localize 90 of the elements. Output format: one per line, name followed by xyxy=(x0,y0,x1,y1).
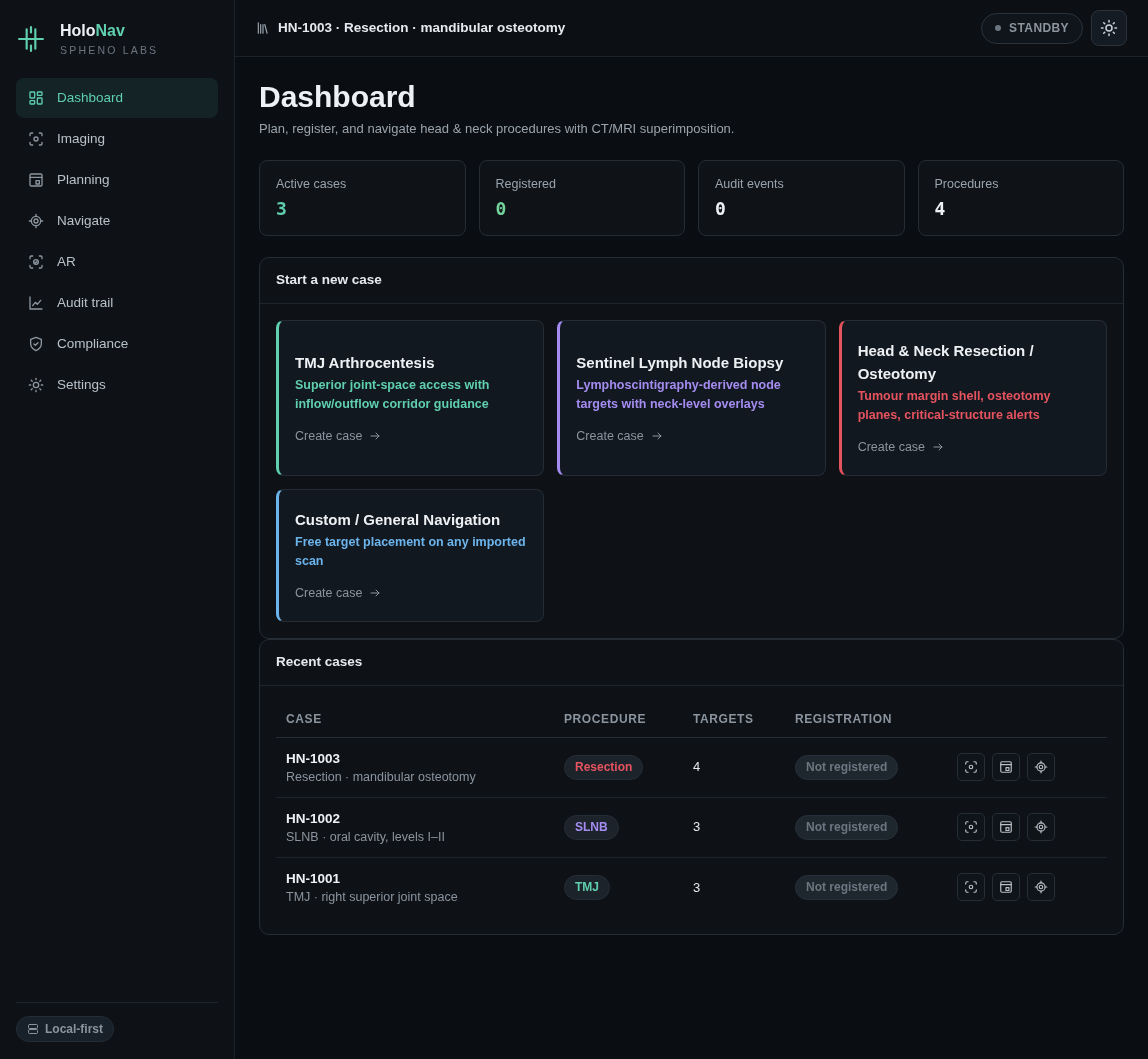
server-icon xyxy=(27,1023,39,1035)
target-count: 3 xyxy=(693,819,701,835)
case-description: SLNB · oral cavity, levels I–II xyxy=(286,828,446,846)
status-dot-icon xyxy=(995,25,1002,31)
page-title: Dashboard xyxy=(259,79,417,115)
sidebar-item[interactable]: Audit trail xyxy=(16,283,218,323)
sidebar-item[interactable]: Compliance xyxy=(16,324,218,364)
page-subtitle: Plan, register, and navigate head & neck procedures with CT/MRI superimposition. xyxy=(259,120,736,138)
crosshair-icon xyxy=(1034,760,1048,774)
scan-icon xyxy=(964,760,978,774)
imaging-button[interactable] xyxy=(957,873,985,902)
board-icon xyxy=(999,880,1013,895)
stat-value: 0 xyxy=(715,197,727,221)
case-description: TMJ · right superior joint space xyxy=(286,888,459,906)
arrow-right-icon xyxy=(369,587,382,599)
storage-mode-label: Local-first xyxy=(45,1021,103,1038)
sidebar-item[interactable]: Planning xyxy=(16,160,218,200)
procedure-title: Sentinel Lymph Node Biopsy xyxy=(576,352,785,373)
stat-value: 0 xyxy=(495,197,508,221)
sun-icon xyxy=(1100,19,1118,37)
scan-icon xyxy=(964,880,978,895)
procedure-title: TMJ Arthrocentesis xyxy=(295,352,436,373)
procedure-description: Lymphoscintigraphy-derived node targets with neck-level overlays xyxy=(576,376,782,413)
panel-title: Recent cases xyxy=(276,653,363,672)
shield-check-icon xyxy=(28,336,44,352)
procedure-tag: TMJ xyxy=(564,874,610,900)
stat-value: 4 xyxy=(934,197,947,221)
column-header: CASE xyxy=(286,712,322,727)
logo-icon xyxy=(18,26,44,52)
registration-status: Not registered xyxy=(795,814,899,840)
procedure-description: Tumour margin shell, osteotomy planes, critical-structure alerts xyxy=(857,388,1052,424)
sidebar-item[interactable]: AR xyxy=(16,242,218,282)
sidebar-item[interactable]: Dashboard xyxy=(16,78,218,118)
case-id: HN-1001 xyxy=(286,869,342,888)
create-case-link[interactable]: Create case xyxy=(576,425,663,446)
create-case-link[interactable]: Create case xyxy=(295,425,382,446)
column-header: PROCEDURE xyxy=(564,712,647,727)
crosshair-icon xyxy=(1034,820,1048,834)
create-case-link[interactable]: Create case xyxy=(295,583,382,603)
navigate-button[interactable] xyxy=(1027,753,1055,781)
registration-status: Not registered xyxy=(795,754,899,780)
procedure-title: Head & Neck Resection / Osteotomy xyxy=(857,341,1035,384)
board-icon xyxy=(999,820,1013,834)
case-description: Resection · mandibular osteotomy xyxy=(286,768,477,786)
column-header: TARGETS xyxy=(693,712,754,727)
stat-value: 3 xyxy=(276,197,288,221)
sidebar-item[interactable]: Imaging xyxy=(16,119,218,159)
sidebar-item[interactable]: Navigate xyxy=(16,201,218,241)
line-chart-icon xyxy=(28,295,44,311)
stat-label: Active cases xyxy=(276,176,348,193)
procedure-tag: Resection xyxy=(564,754,644,780)
panel-title: Start a new case xyxy=(276,271,382,290)
column-header: REGISTRATION xyxy=(795,712,892,727)
navigate-button[interactable] xyxy=(1027,813,1055,841)
grid-icon xyxy=(28,90,44,106)
imaging-button[interactable] xyxy=(957,753,985,781)
case-id: HN-1003 xyxy=(286,749,342,768)
navigate-button[interactable] xyxy=(1027,873,1055,902)
scan-icon xyxy=(964,820,978,834)
arrow-right-icon xyxy=(932,441,945,453)
stat-label: Audit events xyxy=(715,176,785,193)
sidebar-item[interactable]: Settings xyxy=(16,365,218,405)
scan-target-icon xyxy=(28,254,44,270)
board-icon xyxy=(999,760,1013,774)
procedure-description: Superior joint-space access with inflow/outflow corridor guidance xyxy=(295,376,491,413)
target-count: 4 xyxy=(693,759,701,775)
target-count: 3 xyxy=(693,879,701,895)
current-case-title: HN-1003 · Resection · mandibular osteotomy xyxy=(278,18,566,37)
create-case-link[interactable]: Create case xyxy=(857,437,945,457)
case-id: HN-1002 xyxy=(286,809,342,828)
procedure-title: Custom / General Navigation xyxy=(295,510,502,530)
stat-label: Registered xyxy=(495,176,557,193)
brand-name: HoloNav xyxy=(60,21,126,40)
crosshair-icon xyxy=(28,213,44,229)
stat-label: Procedures xyxy=(934,176,1000,193)
planning-button[interactable] xyxy=(992,873,1020,902)
planning-button[interactable] xyxy=(992,813,1020,841)
sun-icon xyxy=(28,377,44,393)
procedure-description: Free target placement on any imported scan xyxy=(295,534,527,570)
procedure-tag: SLNB xyxy=(564,814,619,840)
registration-status: Not registered xyxy=(795,874,899,900)
board-icon xyxy=(28,172,44,188)
theme-toggle-button[interactable] xyxy=(1091,10,1127,46)
books-icon xyxy=(256,21,270,35)
crosshair-icon xyxy=(1034,880,1048,895)
planning-button[interactable] xyxy=(992,753,1020,781)
scan-icon xyxy=(28,131,44,147)
imaging-button[interactable] xyxy=(957,813,985,841)
status-label: STANDBY xyxy=(1009,20,1069,37)
brand-subtitle: SPHENO LABS xyxy=(60,43,159,57)
